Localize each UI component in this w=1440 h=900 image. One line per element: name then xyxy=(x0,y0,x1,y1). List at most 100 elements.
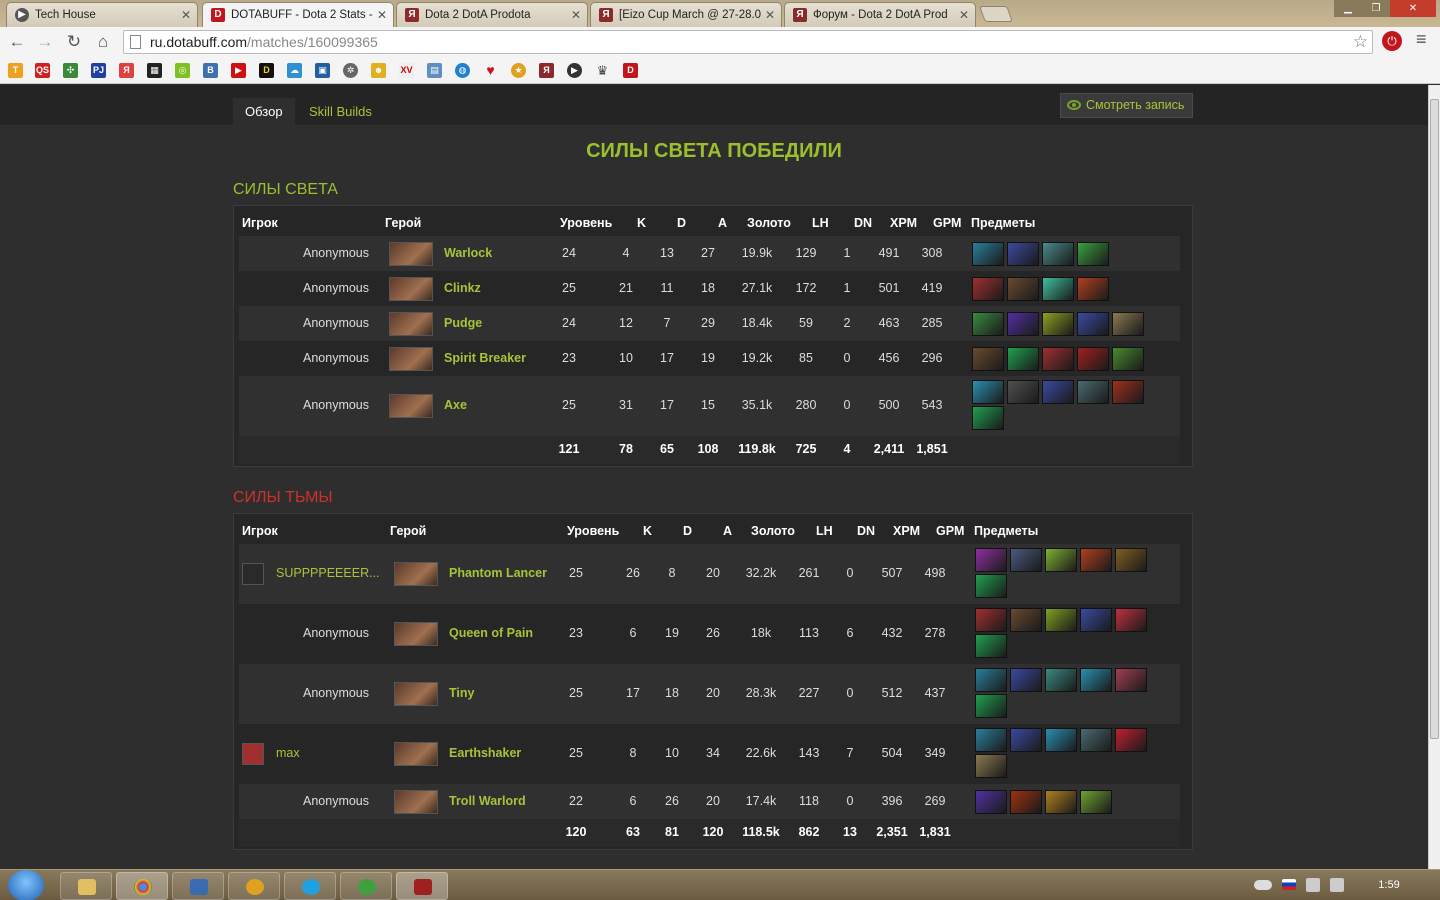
item-icon[interactable] xyxy=(1115,728,1147,752)
item-icon[interactable] xyxy=(1112,380,1144,404)
bookmark-icon[interactable]: ♛ xyxy=(595,63,610,78)
restore-button[interactable]: ❐ xyxy=(1362,0,1390,17)
address-bar[interactable]: ru.dotabuff.com/matches/160099365 ☆ xyxy=(123,30,1373,54)
item-icon[interactable] xyxy=(1042,312,1074,336)
taskbar-app[interactable] xyxy=(60,872,112,900)
item-icon[interactable] xyxy=(1115,548,1147,572)
bookmark-icon[interactable]: D xyxy=(259,63,274,78)
item-icon[interactable] xyxy=(972,347,1004,371)
item-icon[interactable] xyxy=(975,728,1007,752)
item-icon[interactable] xyxy=(972,406,1004,430)
item-icon[interactable] xyxy=(975,668,1007,692)
youtube-icon[interactable]: ▶ xyxy=(231,63,246,78)
taskbar-app[interactable] xyxy=(228,872,280,900)
hero-portrait[interactable] xyxy=(394,562,438,586)
hero-portrait[interactable] xyxy=(389,242,433,266)
item-icon[interactable] xyxy=(1077,380,1109,404)
tab-overview[interactable]: Обзор xyxy=(233,98,295,125)
close-icon[interactable]: ✕ xyxy=(181,3,191,27)
item-icon[interactable] xyxy=(1080,608,1112,632)
close-icon[interactable]: ✕ xyxy=(377,3,387,27)
bookmark-icon[interactable]: XV xyxy=(399,63,414,78)
hero-portrait[interactable] xyxy=(394,790,438,814)
bookmark-icon[interactable]: ◎ xyxy=(175,63,190,78)
player-row[interactable]: Anonymous Tiny 25 17 18 20 28.3k 227 0 512 437 xyxy=(239,664,1180,724)
hero-name[interactable]: Pudge xyxy=(444,316,482,330)
hero-name[interactable]: Tiny xyxy=(449,686,474,700)
item-icon[interactable] xyxy=(972,380,1004,404)
taskbar-app[interactable] xyxy=(340,872,392,900)
browser-tab[interactable]: Я [Eizo Cup March @ 27-28.0 ✕ xyxy=(590,2,782,27)
new-tab-button[interactable] xyxy=(979,6,1013,22)
item-icon[interactable] xyxy=(975,754,1007,778)
item-icon[interactable] xyxy=(972,277,1004,301)
item-icon[interactable] xyxy=(1042,380,1074,404)
heart-icon[interactable]: ♥ xyxy=(483,63,498,78)
hero-name[interactable]: Phantom Lancer xyxy=(449,566,547,580)
item-icon[interactable] xyxy=(1045,608,1077,632)
bookmark-icon[interactable]: ✣ xyxy=(63,63,78,78)
hero-name[interactable]: Warlock xyxy=(444,246,492,260)
player-row[interactable]: Anonymous Axe 25 31 17 15 35.1k 280 0 500 543 xyxy=(239,376,1180,436)
dotabuff-icon[interactable]: D xyxy=(623,63,638,78)
item-icon[interactable] xyxy=(1045,668,1077,692)
hero-name[interactable]: Troll Warlord xyxy=(449,794,526,808)
item-icon[interactable] xyxy=(1045,548,1077,572)
item-icon[interactable] xyxy=(1007,347,1039,371)
start-button[interactable] xyxy=(8,870,44,900)
close-icon[interactable]: ✕ xyxy=(571,3,581,27)
player-row[interactable]: Anonymous Queen of Pain 23 6 19 26 18k 113 6 432 2… xyxy=(239,604,1180,664)
item-icon[interactable] xyxy=(1112,347,1144,371)
item-icon[interactable] xyxy=(1007,277,1039,301)
taskbar-app[interactable] xyxy=(116,872,168,900)
reload-button[interactable]: ↻ xyxy=(63,31,85,53)
item-icon[interactable] xyxy=(1010,608,1042,632)
item-icon[interactable] xyxy=(1112,312,1144,336)
home-button[interactable]: ⌂ xyxy=(92,31,114,53)
item-icon[interactable] xyxy=(1080,668,1112,692)
hero-name[interactable]: Queen of Pain xyxy=(449,626,533,640)
close-icon[interactable]: ✕ xyxy=(959,3,969,27)
hero-portrait[interactable] xyxy=(389,394,433,418)
close-window-button[interactable]: ✕ xyxy=(1390,0,1436,17)
item-icon[interactable] xyxy=(1077,277,1109,301)
item-icon[interactable] xyxy=(972,312,1004,336)
taskbar-app[interactable] xyxy=(284,872,336,900)
item-icon[interactable] xyxy=(1080,548,1112,572)
item-icon[interactable] xyxy=(975,608,1007,632)
item-icon[interactable] xyxy=(975,694,1007,718)
scrollbar-thumb[interactable] xyxy=(1430,99,1439,739)
item-icon[interactable] xyxy=(1080,790,1112,814)
item-icon[interactable] xyxy=(1045,728,1077,752)
player-avatar[interactable] xyxy=(242,743,264,765)
player-row[interactable]: Anonymous Pudge 24 12 7 29 18.4k 59 2 463 285 xyxy=(239,306,1180,341)
menu-icon[interactable]: ≡ xyxy=(1416,29,1427,50)
back-button[interactable]: ← xyxy=(6,31,28,53)
browser-tab[interactable]: D DOTABUFF - Dota 2 Stats - ✕ xyxy=(202,2,394,27)
item-icon[interactable] xyxy=(1077,312,1109,336)
bookmark-icon[interactable]: QS xyxy=(35,63,50,78)
item-icon[interactable] xyxy=(975,548,1007,572)
player-row[interactable]: max Earthshaker 25 8 10 34 22.6k 143 7 504 349 xyxy=(239,724,1180,784)
item-icon[interactable] xyxy=(1080,728,1112,752)
item-icon[interactable] xyxy=(1115,608,1147,632)
clock[interactable]: 1:59 xyxy=(1360,870,1418,900)
item-icon[interactable] xyxy=(1007,380,1039,404)
browser-tab[interactable]: Я Форум - Dota 2 DotA Prod ✕ xyxy=(784,2,976,27)
globe-icon[interactable]: ◍ xyxy=(455,63,470,78)
toggle-icon[interactable] xyxy=(1254,880,1272,890)
bookmark-star-icon[interactable]: ☆ xyxy=(1353,31,1368,53)
player-name[interactable]: max xyxy=(276,746,300,760)
item-icon[interactable] xyxy=(1077,347,1109,371)
bookmark-icon[interactable]: Я xyxy=(119,63,134,78)
network-icon[interactable] xyxy=(1306,878,1320,892)
browser-tab[interactable]: ▶ Tech House ✕ xyxy=(6,2,198,27)
item-icon[interactable] xyxy=(1010,790,1042,814)
player-avatar[interactable] xyxy=(242,563,264,585)
hero-name[interactable]: Earthshaker xyxy=(449,746,521,760)
hero-name[interactable]: Spirit Breaker xyxy=(444,351,526,365)
close-icon[interactable]: ✕ xyxy=(765,3,775,27)
bookmark-icon[interactable]: ☻ xyxy=(371,63,386,78)
item-icon[interactable] xyxy=(975,790,1007,814)
volume-icon[interactable] xyxy=(1330,878,1344,892)
